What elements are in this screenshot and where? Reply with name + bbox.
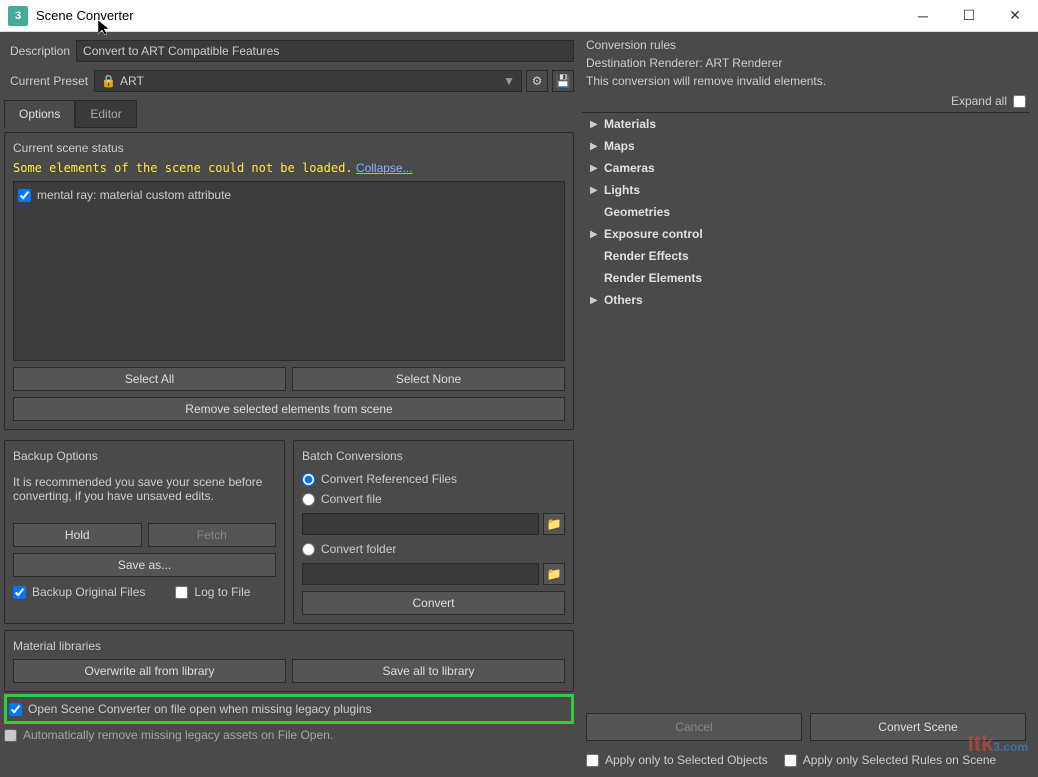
item-checkbox[interactable]	[18, 189, 31, 202]
tree-item[interactable]: ▶Maps	[582, 135, 1030, 157]
rules-desc: This conversion will remove invalid elem…	[582, 72, 1030, 90]
app-icon: 3	[8, 6, 28, 26]
expand-all-label: Expand all	[951, 94, 1007, 108]
tree-item[interactable]: ▶Exposure control	[582, 223, 1030, 245]
preset-dropdown[interactable]: 🔒 ART ▼	[94, 70, 522, 92]
save-preset-button[interactable]: 💾	[552, 70, 574, 92]
tab-options[interactable]: Options	[4, 100, 75, 128]
tree-item[interactable]: ▶Cameras	[582, 157, 1030, 179]
apply-selected-objects-checkbox[interactable]	[586, 754, 599, 767]
tree-item[interactable]: ▶Others	[582, 289, 1030, 311]
select-none-button[interactable]: Select None	[292, 367, 565, 391]
chevron-right-icon: ▶	[590, 295, 604, 306]
cancel-button[interactable]: Cancel	[586, 713, 802, 741]
backup-heading: Backup Options	[13, 449, 276, 463]
tree-item-label: Render Effects	[604, 249, 689, 263]
maximize-button[interactable]: ☐	[946, 0, 992, 32]
scene-status-list[interactable]: mental ray: material custom attribute	[13, 181, 565, 361]
tree-item-label: Maps	[604, 139, 635, 153]
remove-elements-button[interactable]: Remove selected elements from scene	[13, 397, 565, 421]
tree-item[interactable]: Render Effects	[582, 245, 1030, 267]
convert-file-radio[interactable]	[302, 493, 315, 506]
tree-item-label: Cameras	[604, 161, 655, 175]
preset-label: Current Preset	[4, 74, 94, 88]
tree-item-label: Materials	[604, 117, 656, 131]
apply-selected-objects-label: Apply only to Selected Objects	[605, 753, 768, 767]
batch-heading: Batch Conversions	[302, 449, 565, 463]
convert-file-label: Convert file	[321, 492, 382, 506]
item-label: mental ray: material custom attribute	[37, 188, 231, 202]
open-converter-checkbox[interactable]	[9, 703, 22, 716]
apply-selected-rules-checkbox[interactable]	[784, 754, 797, 767]
chevron-right-icon: ▶	[590, 141, 604, 152]
folder-icon: 📁	[547, 567, 562, 581]
tree-item-label: Render Elements	[604, 271, 702, 285]
auto-remove-label: Automatically remove missing legacy asse…	[23, 728, 333, 742]
folder-icon: 📁	[547, 517, 562, 531]
convert-scene-button[interactable]: Convert Scene	[810, 713, 1026, 741]
rules-dest: Destination Renderer: ART Renderer	[582, 54, 1030, 72]
fetch-button[interactable]: Fetch	[148, 523, 277, 547]
window-title: Scene Converter	[36, 8, 900, 23]
lock-icon: 🔒	[101, 74, 116, 88]
tree-item-label: Geometries	[604, 205, 670, 219]
scene-status-heading: Current scene status	[13, 141, 565, 155]
convert-folder-input[interactable]	[302, 563, 539, 585]
tree-item[interactable]: Geometries	[582, 201, 1030, 223]
chevron-down-icon: ▼	[503, 74, 515, 88]
select-all-button[interactable]: Select All	[13, 367, 286, 391]
convert-ref-radio[interactable]	[302, 473, 315, 486]
convert-file-input[interactable]	[302, 513, 539, 535]
convert-folder-radio[interactable]	[302, 543, 315, 556]
tree-item-label: Others	[604, 293, 643, 307]
convert-ref-label: Convert Referenced Files	[321, 472, 457, 486]
gear-icon: ⚙	[532, 74, 543, 88]
list-item[interactable]: mental ray: material custom attribute	[18, 186, 560, 204]
backup-files-label: Backup Original Files	[32, 585, 145, 599]
rules-heading: Conversion rules	[582, 36, 1030, 54]
collapse-link[interactable]: Collapse...	[356, 161, 413, 175]
tree-item-label: Lights	[604, 183, 640, 197]
chevron-right-icon: ▶	[590, 163, 604, 174]
scene-status-warning: Some elements of the scene could not be …	[13, 161, 353, 175]
description-field[interactable]: Convert to ART Compatible Features	[76, 40, 574, 62]
save-icon: 💾	[556, 74, 571, 88]
log-label: Log to File	[194, 585, 250, 599]
material-lib-heading: Material libraries	[13, 639, 565, 653]
tab-editor[interactable]: Editor	[75, 100, 136, 128]
close-button[interactable]: ✕	[992, 0, 1038, 32]
chevron-right-icon: ▶	[590, 119, 604, 130]
tree-item[interactable]: ▶Lights	[582, 179, 1030, 201]
overwrite-lib-button[interactable]: Overwrite all from library	[13, 659, 286, 683]
rules-tree[interactable]: ▶Materials▶Maps▶Cameras▶LightsGeometries…	[582, 112, 1030, 707]
chevron-right-icon: ▶	[590, 185, 604, 196]
chevron-right-icon: ▶	[590, 229, 604, 240]
apply-selected-rules-label: Apply only Selected Rules on Scene	[803, 753, 996, 767]
browse-file-button[interactable]: 📁	[543, 513, 565, 535]
auto-remove-checkbox[interactable]	[4, 729, 17, 742]
saveas-button[interactable]: Save as...	[13, 553, 276, 577]
open-converter-label: Open Scene Converter on file open when m…	[28, 702, 372, 716]
expand-all-checkbox[interactable]	[1013, 95, 1026, 108]
minimize-button[interactable]: ─	[900, 0, 946, 32]
backup-files-checkbox[interactable]	[13, 586, 26, 599]
save-lib-button[interactable]: Save all to library	[292, 659, 565, 683]
batch-convert-button[interactable]: Convert	[302, 591, 565, 615]
browse-folder-button[interactable]: 📁	[543, 563, 565, 585]
tree-item[interactable]: Render Elements	[582, 267, 1030, 289]
convert-folder-label: Convert folder	[321, 542, 396, 556]
description-label: Description	[4, 44, 76, 58]
tree-item[interactable]: ▶Materials	[582, 113, 1030, 135]
log-checkbox[interactable]	[175, 586, 188, 599]
backup-tip: It is recommended you save your scene be…	[13, 469, 276, 517]
tree-item-label: Exposure control	[604, 227, 703, 241]
settings-button[interactable]: ⚙	[526, 70, 548, 92]
hold-button[interactable]: Hold	[13, 523, 142, 547]
preset-value: ART	[120, 74, 144, 88]
